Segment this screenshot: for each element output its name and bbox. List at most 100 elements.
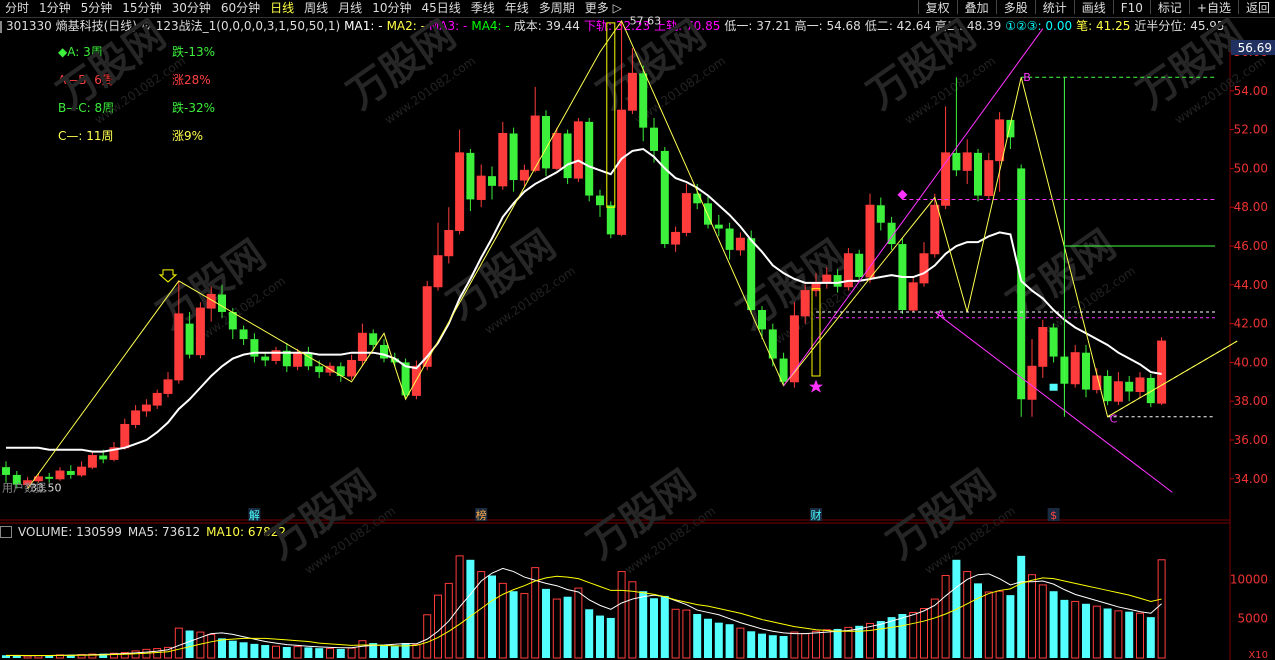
marker-square — [1049, 383, 1058, 391]
volume-bar — [606, 617, 615, 658]
candle-body — [876, 205, 885, 223]
event-marker: 榜 — [476, 508, 487, 522]
volume-bar — [833, 628, 842, 658]
candle-body — [811, 282, 821, 292]
volume-bar — [315, 648, 324, 658]
candle-body — [1113, 381, 1123, 402]
volume-bar — [866, 622, 874, 659]
candle-body — [952, 152, 961, 171]
volume-bar — [336, 648, 345, 658]
candle-body — [639, 73, 648, 128]
y-tick-label: 52.00 — [1234, 123, 1268, 137]
candle-body — [509, 133, 518, 181]
volume-bar — [380, 644, 388, 658]
volume-bar — [617, 571, 626, 659]
point-b-label: B — [1023, 71, 1031, 84]
candle-body — [2, 467, 10, 475]
y-tick-label: 34.00 — [1234, 472, 1268, 486]
candle-body — [833, 275, 842, 287]
volume-bar — [1114, 610, 1123, 659]
volume-unit: X10 — [1248, 650, 1268, 660]
candle-body — [758, 310, 766, 330]
candle-body — [1157, 340, 1167, 404]
volume-bar — [1006, 595, 1015, 658]
volume-bar — [228, 640, 237, 658]
candle-body — [941, 152, 951, 206]
volume-bar — [520, 593, 529, 659]
volume-bar — [23, 655, 32, 659]
candle-body — [455, 152, 465, 231]
volume-bar — [153, 648, 162, 659]
candle-body — [919, 253, 929, 284]
volume-bar — [736, 627, 745, 659]
y-tick-label: 50.00 — [1234, 161, 1268, 175]
user-data-label: 用户数据 — [2, 481, 46, 495]
candle-body — [347, 359, 357, 377]
volume-bar — [909, 611, 918, 659]
volume-bar — [412, 644, 421, 659]
volume-bar — [887, 617, 896, 658]
candle-body — [855, 253, 864, 278]
volume-bar — [390, 646, 399, 658]
volume-bar — [693, 614, 702, 658]
y-tick-label: 38.00 — [1234, 394, 1268, 408]
volume-bar — [671, 608, 680, 659]
candle-body — [1038, 326, 1048, 367]
candle-body — [1092, 375, 1102, 391]
volume-bar — [779, 636, 788, 658]
y-tick-label: 42.00 — [1234, 317, 1268, 331]
volume-bar — [1038, 584, 1047, 659]
arrow-down-icon — [158, 269, 178, 283]
volume-bar — [293, 646, 302, 659]
volume-bar — [596, 615, 604, 658]
candle-body — [1027, 365, 1037, 400]
volume-tick-label: 5000 — [1237, 612, 1268, 626]
volume-bar — [628, 581, 637, 659]
peak-price-label: 57.63 — [630, 14, 662, 27]
volume-bar — [963, 571, 972, 659]
candle-body — [681, 193, 691, 233]
y-tick-label: 36.00 — [1234, 433, 1268, 447]
candle-body — [131, 410, 141, 425]
volume-tick-label: 10000 — [1230, 572, 1268, 586]
volume-bar — [423, 614, 432, 659]
event-marker: $ — [1050, 509, 1057, 522]
candle-body — [315, 366, 324, 373]
volume-bar — [12, 655, 21, 658]
candle-body — [45, 476, 54, 479]
star-marker — [809, 379, 823, 393]
kline-chart[interactable]: 万股网www.201082.com 万股网www.201082.com 万股网www… — [0, 0, 1275, 660]
candle-body — [984, 160, 994, 197]
volume-bar — [1060, 599, 1069, 658]
candle-body — [735, 237, 745, 251]
volume-bar — [574, 587, 583, 659]
candle-body — [141, 404, 151, 412]
candle-body — [1049, 327, 1058, 357]
candle-body — [563, 133, 572, 179]
candle-body — [498, 132, 508, 187]
candle-body — [974, 152, 982, 196]
candle-body — [55, 470, 65, 480]
candle-body — [1070, 352, 1080, 385]
candle-body — [573, 121, 583, 179]
volume-bar — [466, 559, 475, 658]
volume-bar — [1125, 611, 1134, 658]
candle-body — [66, 471, 75, 475]
volume-bar — [844, 626, 853, 659]
candle-body — [433, 255, 443, 288]
candle-body — [369, 333, 378, 345]
volume-bar — [768, 635, 777, 658]
candle-body — [218, 294, 226, 312]
volume-bar — [218, 638, 226, 658]
volume-bar — [174, 627, 183, 659]
candle-body — [1125, 381, 1134, 392]
volume-bar — [1136, 612, 1144, 659]
candle-body — [995, 119, 1005, 162]
point-a-label: A — [937, 308, 945, 321]
volume-bar — [347, 647, 356, 659]
candle-body — [466, 152, 475, 200]
event-marker: 解 — [249, 508, 260, 522]
y-tick-label: 44.00 — [1234, 278, 1268, 292]
volume-bar — [898, 614, 907, 658]
volume-bar — [304, 647, 313, 658]
